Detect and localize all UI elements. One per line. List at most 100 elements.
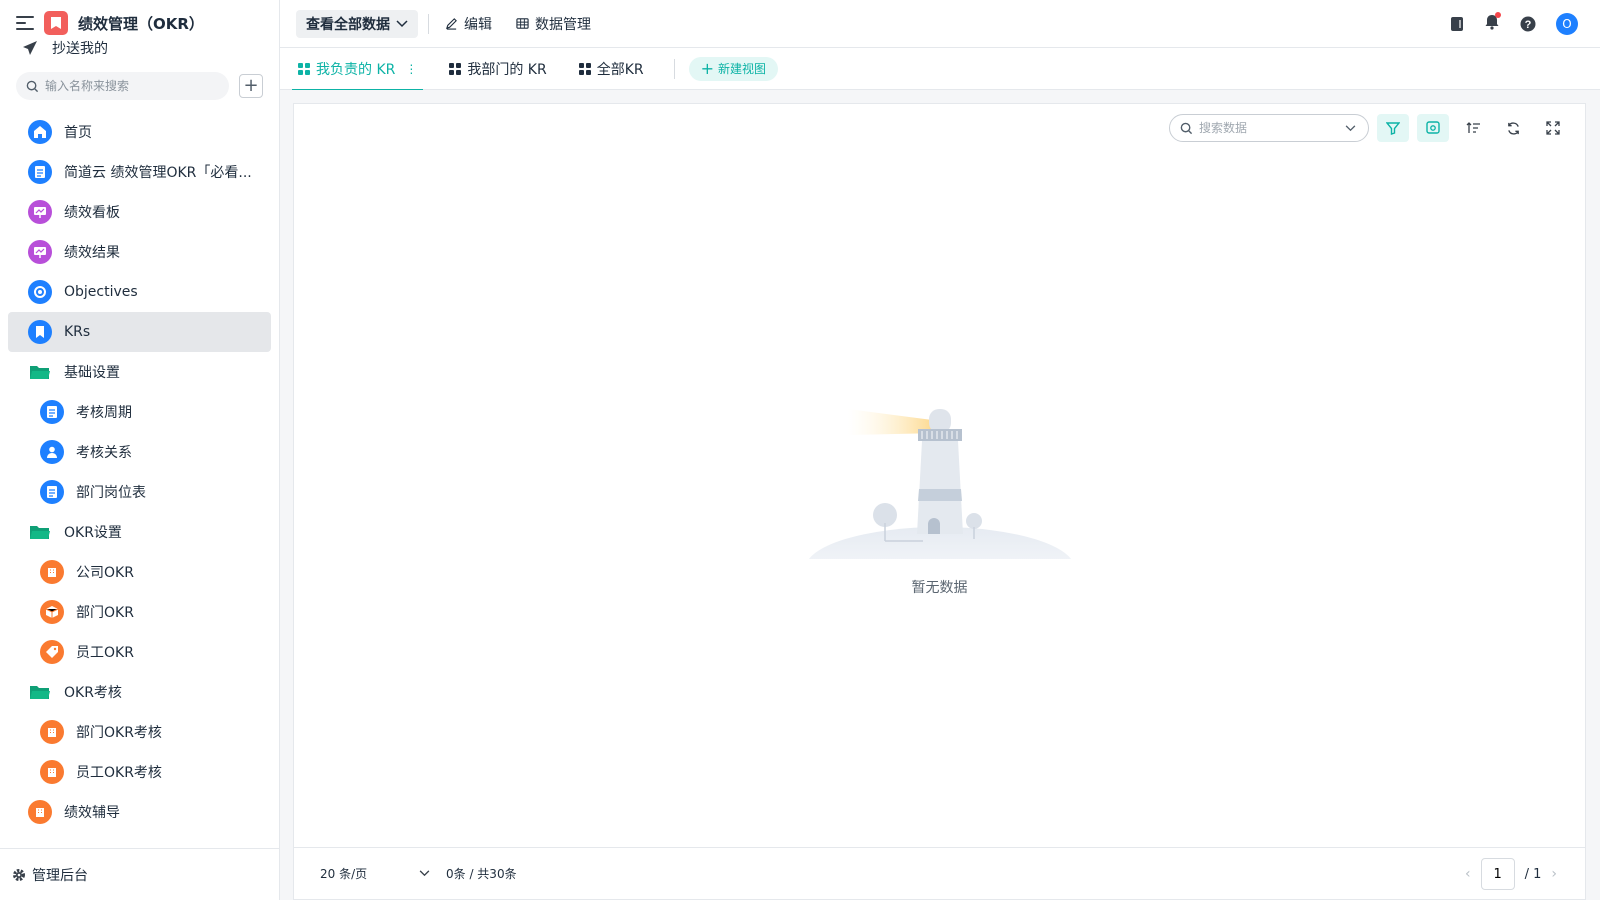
sidebar-nav: 首页 简道云 绩效管理OKR「必看... 绩效看板 绩效结果 Objective… — [0, 112, 279, 832]
sidebar-item-dept-positions[interactable]: 部门岗位表 — [8, 472, 271, 512]
tab-dept-kr[interactable]: 我部门的 KR — [443, 48, 552, 90]
cc-me-label: 抄送我的 — [52, 41, 108, 57]
sidebar-item-label: OKR考核 — [64, 685, 122, 701]
sidebar-item-review-relations[interactable]: 考核关系 — [8, 432, 271, 472]
divider — [428, 13, 429, 34]
sidebar-item-employee-okr-review[interactable]: 员工OKR考核 — [8, 752, 271, 792]
gear-icon — [13, 868, 25, 881]
tag-icon — [40, 640, 64, 664]
send-icon — [23, 41, 37, 55]
grid-icon — [298, 62, 310, 75]
sidebar-item-results[interactable]: 绩效结果 — [8, 232, 271, 272]
sidebar-search — [16, 72, 229, 100]
refresh-button[interactable] — [1497, 114, 1529, 142]
sort-icon — [1466, 122, 1480, 133]
divider — [673, 58, 675, 79]
display-settings-button[interactable] — [1417, 114, 1449, 142]
grid-icon — [449, 62, 462, 75]
sidebar-folder-okr-settings[interactable]: OKR设置 — [8, 512, 271, 552]
user-icon — [40, 440, 64, 464]
notebook-icon[interactable] — [1450, 16, 1464, 32]
app-logo-icon — [44, 11, 68, 35]
fullscreen-button[interactable] — [1537, 114, 1569, 142]
edit-label: 编辑 — [464, 16, 492, 33]
page-number-input[interactable] — [1480, 858, 1515, 890]
sidebar-item-label: 部门OKR — [76, 605, 134, 621]
help-icon[interactable]: ? — [1520, 16, 1536, 32]
search-icon — [26, 80, 39, 92]
dashboard-icon — [28, 200, 52, 224]
expand-icon — [1546, 121, 1560, 135]
prev-page-icon[interactable]: ‹ — [1465, 866, 1471, 882]
record-count: 0条 / 共30条 — [446, 867, 517, 881]
chevron-down-icon — [419, 870, 430, 877]
top-right-actions: ? O — [1450, 12, 1578, 35]
tab-my-kr[interactable]: 我负责的 KR ⋮ — [292, 48, 424, 91]
next-page-icon[interactable]: › — [1551, 866, 1557, 882]
chevron-down-icon[interactable] — [1345, 124, 1356, 132]
menu-toggle-icon[interactable] — [16, 16, 34, 30]
sidebar-item-dept-okr[interactable]: 部门OKR — [8, 592, 271, 632]
cc-me-link[interactable]: 抄送我的 — [0, 36, 279, 60]
data-toolbar — [1169, 114, 1569, 142]
sidebar-item-label: 首页 — [64, 125, 92, 141]
search-icon — [1180, 122, 1193, 134]
pagination-footer: 20 条/页 0条 / 共30条 ‹ / 1 › — [294, 847, 1585, 899]
empty-state-text: 暂无数据 — [911, 580, 968, 596]
sidebar-item-krs[interactable]: KRs — [8, 312, 271, 352]
avatar[interactable]: O — [1556, 13, 1578, 35]
more-vertical-icon[interactable]: ⋮ — [405, 62, 417, 76]
sidebar-item-label: 基础设置 — [64, 365, 120, 381]
building-icon — [40, 560, 64, 584]
sidebar-item-employee-okr[interactable]: 员工OKR — [8, 632, 271, 672]
grid-icon — [578, 62, 591, 75]
sidebar-folder-okr-review[interactable]: OKR考核 — [8, 672, 271, 712]
data-scope-select[interactable]: 查看全部数据 — [296, 9, 418, 38]
sidebar-item-objectives[interactable]: Objectives — [8, 272, 271, 312]
sidebar-folder-basic-settings[interactable]: 基础设置 — [8, 352, 271, 392]
data-manage-button[interactable]: 数据管理 — [516, 14, 591, 34]
admin-console-label: 管理后台 — [32, 867, 88, 884]
filter-button[interactable] — [1377, 114, 1409, 142]
page-size-select[interactable]: 20 条/页 — [320, 865, 430, 882]
sidebar-item-label: OKR设置 — [64, 525, 122, 541]
edit-button[interactable]: 编辑 — [445, 14, 492, 34]
plus-icon: + — [700, 58, 715, 78]
data-scope-label: 查看全部数据 — [306, 16, 390, 33]
table-icon — [516, 18, 529, 29]
sidebar-item-company-okr[interactable]: 公司OKR — [8, 552, 271, 592]
sidebar-search-input[interactable] — [45, 79, 195, 93]
box-icon — [40, 600, 64, 624]
sidebar-item-coaching[interactable]: 绩效辅导 — [8, 792, 271, 832]
app-title: 绩效管理（OKR） — [78, 14, 204, 33]
notifications-button[interactable] — [1484, 12, 1501, 34]
sidebar-item-label: KRs — [64, 324, 91, 340]
chevron-down-icon — [396, 19, 408, 27]
sidebar-item-label: 部门OKR考核 — [76, 725, 162, 741]
sidebar-item-guide[interactable]: 简道云 绩效管理OKR「必看... — [8, 152, 271, 192]
palette-icon — [1425, 121, 1440, 134]
sidebar-item-label: 部门岗位表 — [76, 485, 146, 501]
folder-open-icon — [28, 360, 52, 384]
sidebar-item-home[interactable]: 首页 — [8, 112, 271, 152]
sidebar-item-label: 考核周期 — [76, 405, 132, 421]
data-panel: 暂无数据 20 条/页 0条 / 共30条 ‹ / 1 › — [293, 103, 1586, 900]
tab-all-kr[interactable]: 全部KR — [573, 48, 650, 90]
new-view-button[interactable]: + 新建视图 — [688, 56, 779, 81]
lighthouse-illustration-icon — [808, 409, 1071, 559]
sidebar-item-review-cycle[interactable]: 考核周期 — [8, 392, 271, 432]
document-icon — [40, 400, 64, 424]
admin-console-link[interactable]: 管理后台 — [0, 848, 279, 900]
data-search-input[interactable] — [1199, 121, 1339, 135]
building-icon — [28, 800, 52, 824]
sort-button[interactable] — [1457, 114, 1489, 142]
building-icon — [40, 760, 64, 784]
home-icon — [28, 120, 52, 144]
folder-open-icon — [28, 680, 52, 704]
sidebar-item-dept-okr-review[interactable]: 部门OKR考核 — [8, 712, 271, 752]
sidebar-item-dashboard[interactable]: 绩效看板 — [8, 192, 271, 232]
document-icon — [28, 160, 52, 184]
add-item-button[interactable]: + — [239, 74, 263, 98]
sidebar-item-label: 简道云 绩效管理OKR「必看... — [64, 165, 252, 181]
sidebar-item-label: 绩效辅导 — [64, 805, 120, 821]
